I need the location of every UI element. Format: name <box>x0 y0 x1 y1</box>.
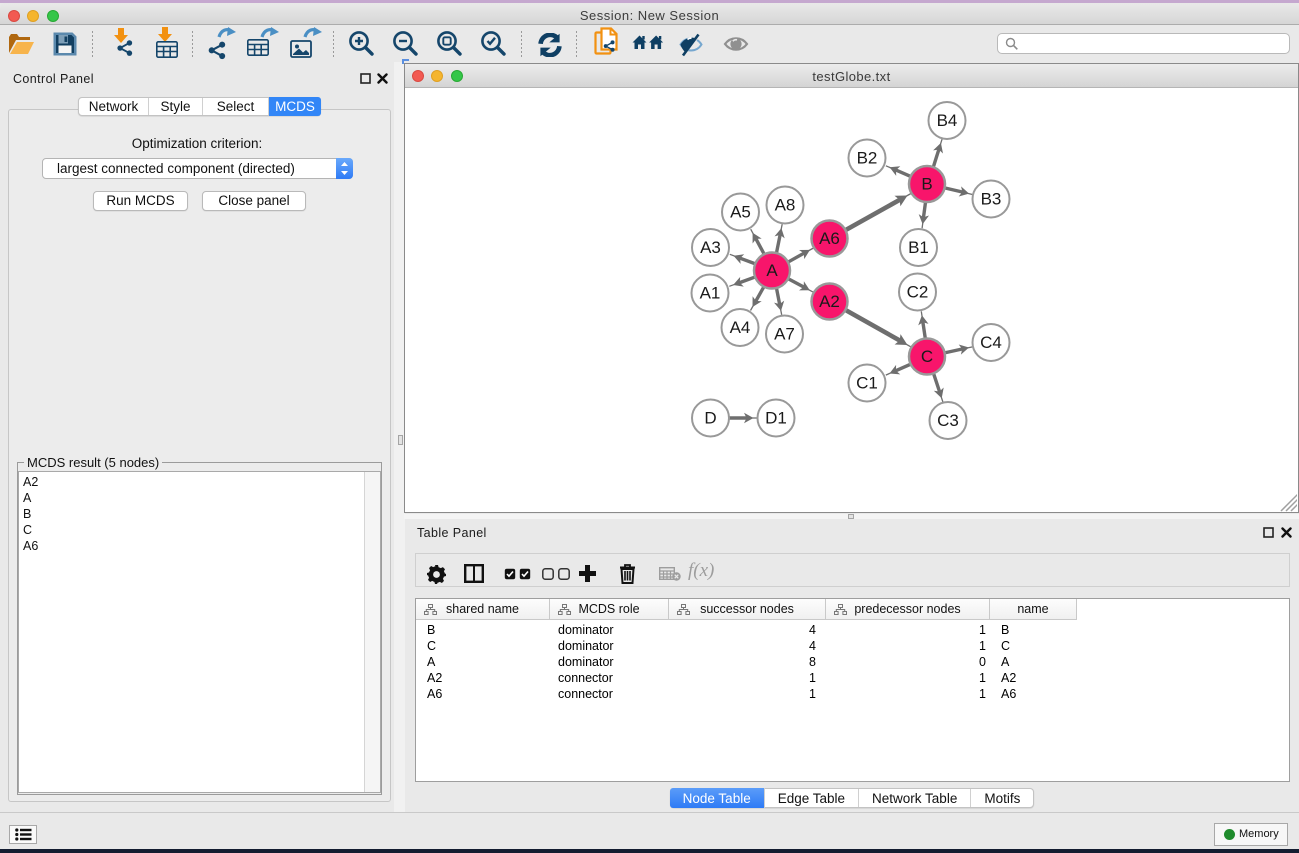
svg-text:A5: A5 <box>730 203 751 222</box>
svg-text:C1: C1 <box>856 374 878 393</box>
svg-text:C: C <box>921 347 933 366</box>
svg-text:B3: B3 <box>981 190 1002 209</box>
svg-text:A3: A3 <box>700 238 721 257</box>
svg-text:B1: B1 <box>908 238 929 257</box>
svg-text:A8: A8 <box>775 196 796 215</box>
svg-text:D1: D1 <box>765 409 787 428</box>
svg-text:C4: C4 <box>980 333 1002 352</box>
svg-text:C2: C2 <box>907 283 929 302</box>
svg-text:A2: A2 <box>819 292 840 311</box>
svg-text:A7: A7 <box>774 325 795 344</box>
svg-text:B: B <box>921 175 932 194</box>
svg-text:D: D <box>704 409 716 428</box>
svg-text:A1: A1 <box>700 284 721 303</box>
svg-text:A6: A6 <box>819 229 840 248</box>
svg-text:C3: C3 <box>937 411 959 430</box>
svg-text:B2: B2 <box>857 149 878 168</box>
svg-text:A4: A4 <box>730 318 751 337</box>
svg-text:A: A <box>766 261 778 280</box>
svg-text:B4: B4 <box>937 111 958 130</box>
